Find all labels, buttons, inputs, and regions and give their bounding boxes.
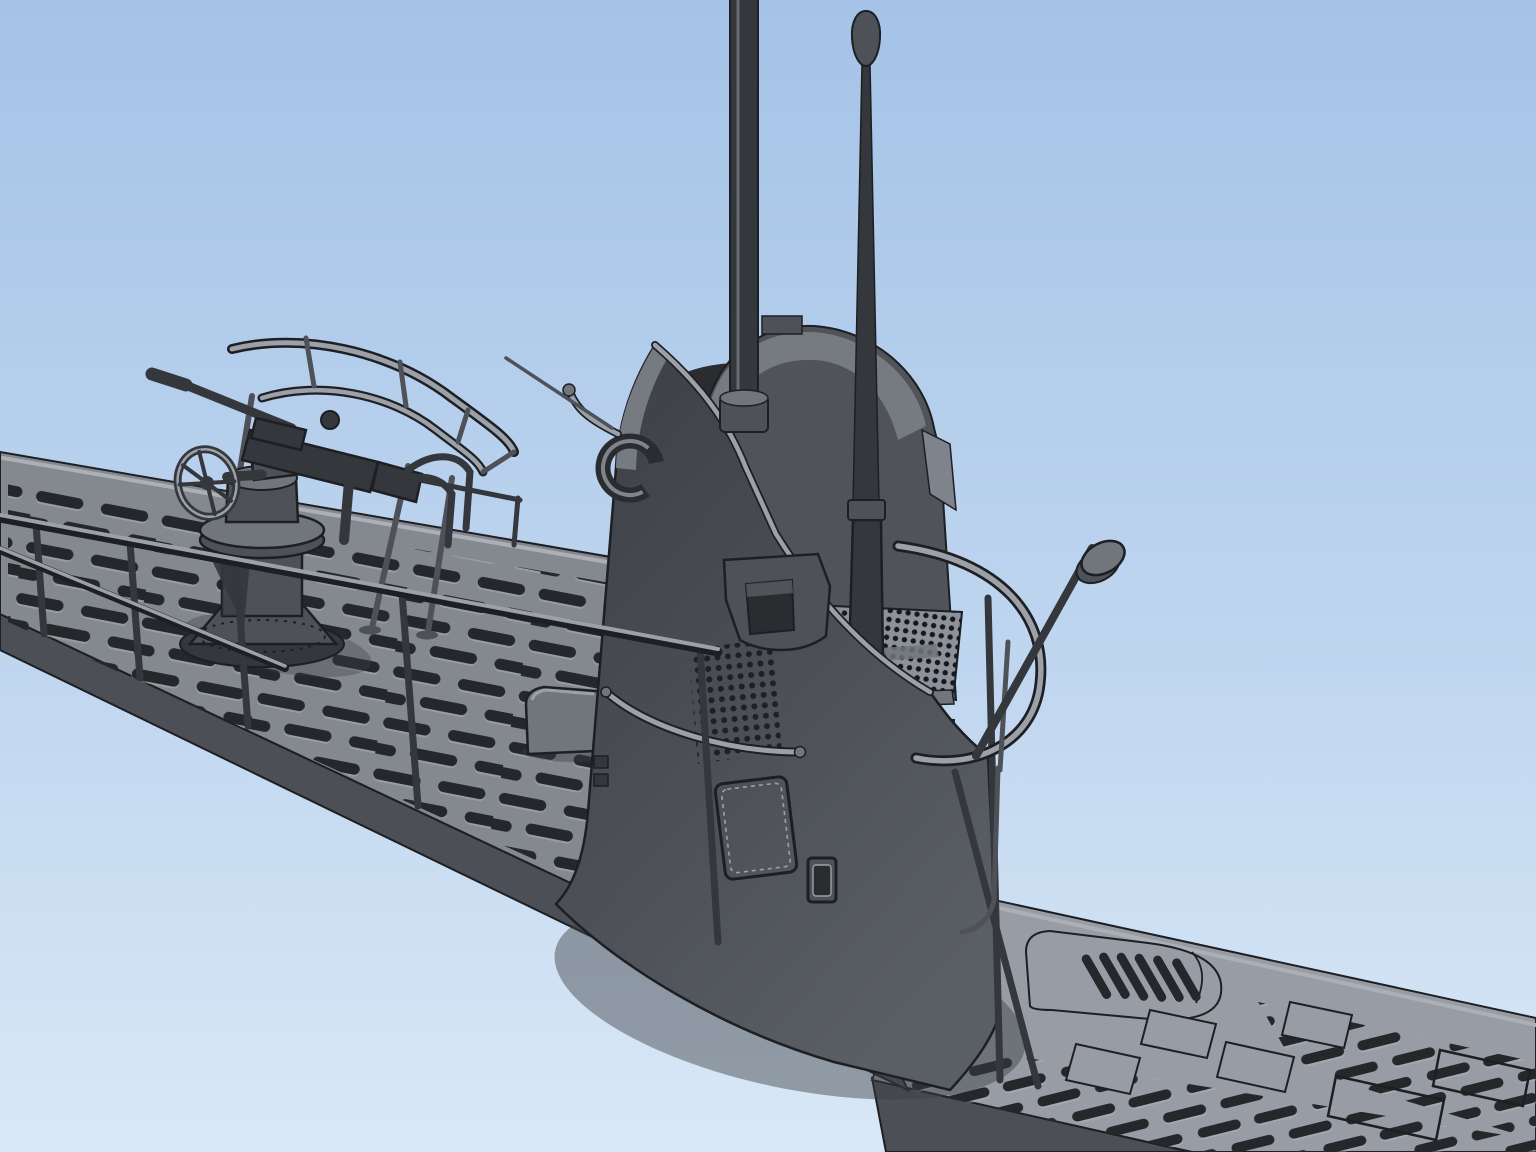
antenna-tip-bulb: [852, 11, 880, 66]
deck-clip-a: [594, 756, 608, 768]
tower-door: [808, 858, 836, 902]
rim-step-bracket: [762, 316, 802, 334]
gun-cradle-arm: [344, 470, 350, 540]
cocking-knob: [321, 411, 339, 429]
cad-render-viewport: [0, 0, 1536, 1152]
antenna-sleeve-joint: [848, 500, 885, 520]
render-canvas: [0, 0, 1536, 1152]
navigation-light-box: [724, 554, 830, 650]
deck-clip-b: [594, 774, 608, 786]
